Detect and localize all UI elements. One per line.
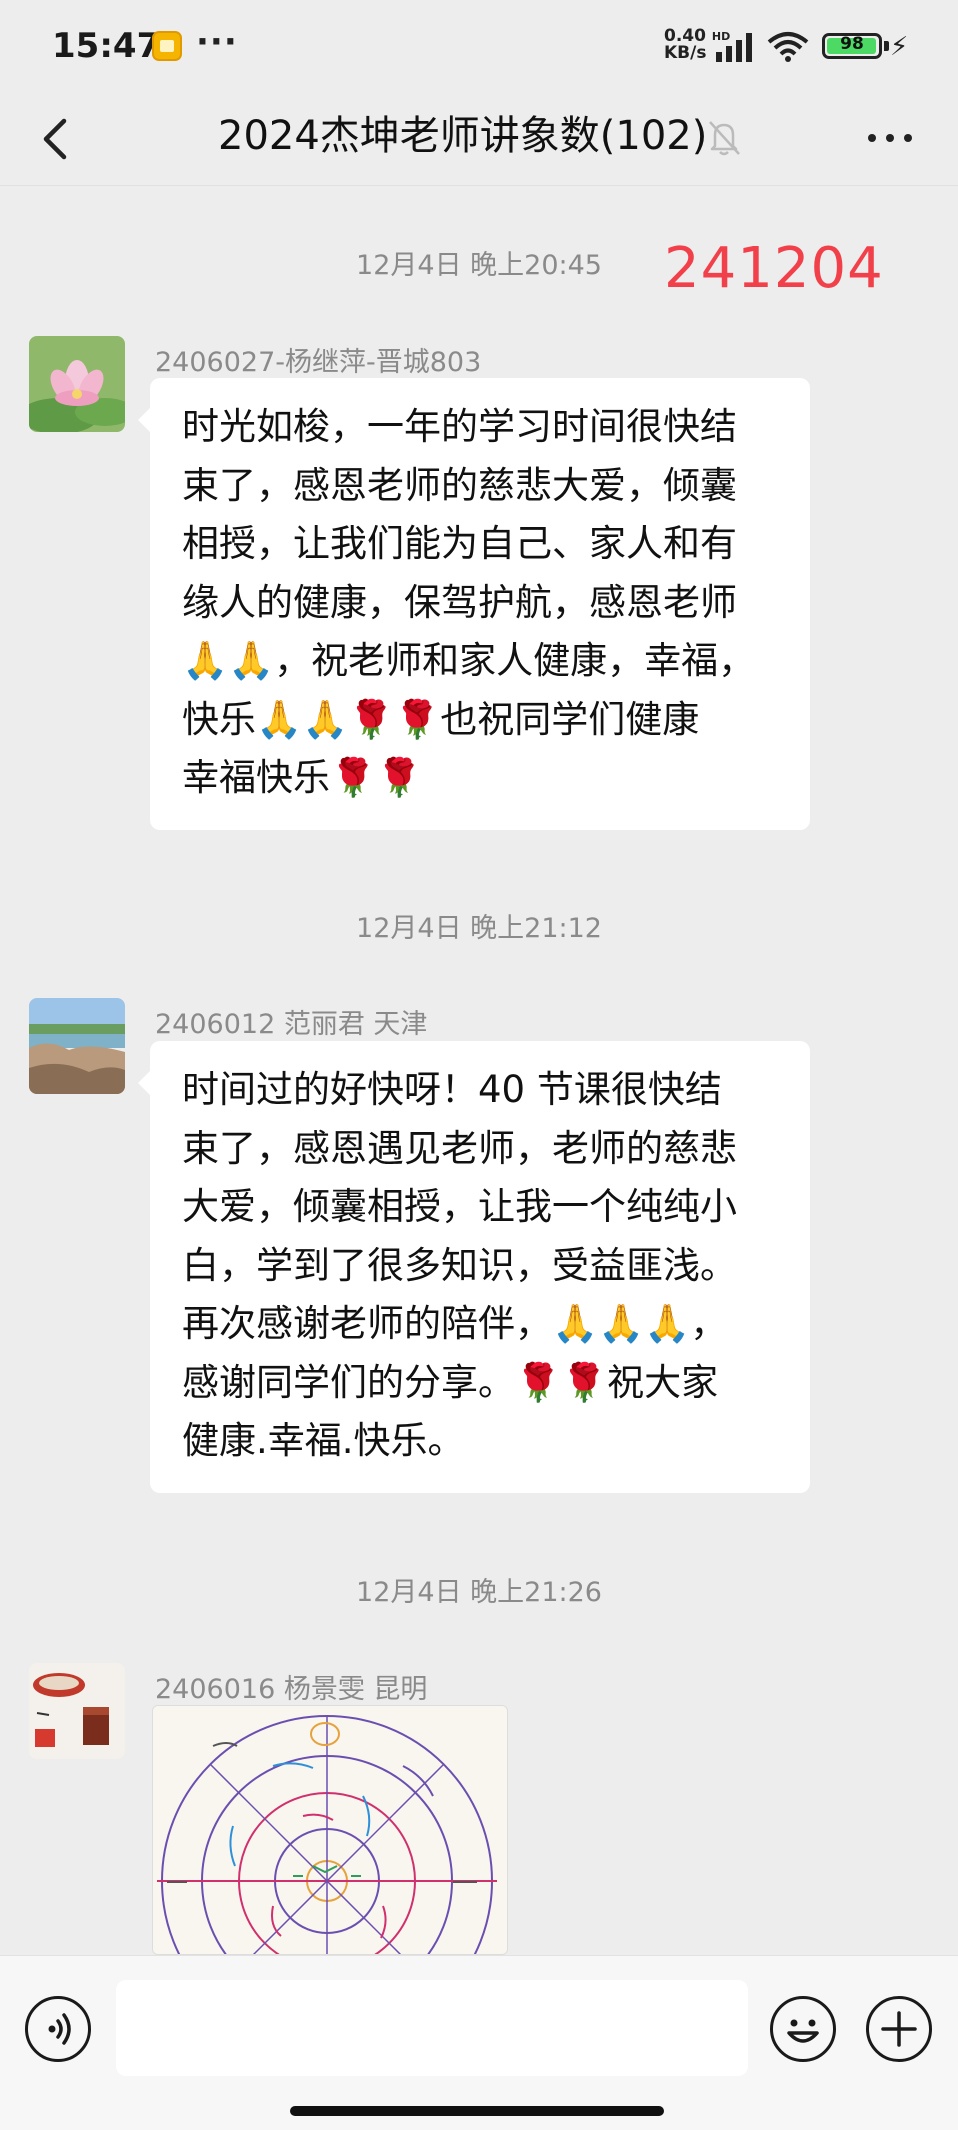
- message-line: 缘人的健康，保驾护航，感恩老师: [182, 580, 737, 624]
- battery-cap: [884, 41, 889, 51]
- status-time: 15:47: [52, 26, 161, 66]
- message-timestamp: 12月4日 晚上21:12: [356, 913, 602, 944]
- teacup-avatar-icon: [29, 1663, 125, 1759]
- sender-name: 2406027-杨继萍-晋城803: [155, 347, 482, 378]
- message-line: 时间过的好快呀！40 节课很快结: [182, 1068, 722, 1111]
- lotus-avatar-icon: [29, 336, 125, 432]
- voice-icon: [48, 2013, 71, 2045]
- message-line: 相授，让我们能为自己、家人和有: [182, 522, 737, 565]
- chat-title: 2024杰坤老师讲象数(102): [218, 113, 708, 159]
- battery-icon: 98: [822, 33, 882, 59]
- dot: [868, 134, 876, 142]
- wifi-icon: [767, 32, 809, 62]
- avatar[interactable]: [29, 1663, 125, 1759]
- message-line: 大爱，倾囊相授，让我一个纯纯小: [182, 1185, 737, 1228]
- sender-name: 2406016 杨景雯 昆明: [155, 1674, 428, 1705]
- message-line: 幸福快乐🌹🌹: [182, 756, 423, 799]
- input-bar: [0, 1955, 958, 2130]
- message-line: 再次感谢老师的陪伴，🙏🙏🙏，: [182, 1302, 728, 1345]
- dot: [886, 134, 894, 142]
- home-indicator[interactable]: [290, 2106, 664, 2116]
- message-line: 🙏🙏，祝老师和家人健康，幸福，: [182, 639, 756, 682]
- message-line: 束了，感恩遇见老师，老师的慈悲: [182, 1126, 737, 1170]
- message-line: 白，学到了很多知识，受益匪浅。: [182, 1243, 737, 1287]
- status-bar: 15:47 ··· 0.40 HD KB/s 98 ⚡: [0, 0, 958, 92]
- more-notifications-icon: ···: [196, 22, 238, 62]
- bagua-diagram-image: [153, 1706, 507, 1954]
- chevron-left-icon: [43, 118, 67, 160]
- message-bubble[interactable]: 时间过的好快呀！40 节课很快结 束了，感恩遇见老师，老师的慈悲 大爱，倾囊相授…: [138, 1041, 810, 1493]
- net-speed-unit: KB/s: [664, 43, 707, 63]
- charging-bolt-icon: ⚡: [890, 32, 909, 62]
- smiley-icon: [787, 2019, 819, 2043]
- battery-percent: 98: [840, 34, 864, 54]
- more-functions-button[interactable]: [866, 1996, 932, 2062]
- dot: [904, 134, 912, 142]
- landscape-avatar-icon: [29, 998, 125, 1094]
- image-message[interactable]: [152, 1705, 508, 1955]
- notification-app-icon: [152, 31, 182, 61]
- message-timestamp: 12月4日 晚上21:26: [356, 1577, 602, 1608]
- message-line: 时光如梭，一年的学习时间很快结: [182, 405, 737, 448]
- voice-input-button[interactable]: [25, 1996, 91, 2062]
- sender-name: 2406012 范丽君 天津: [155, 1009, 428, 1040]
- back-button[interactable]: [30, 110, 80, 168]
- message-line: 健康.幸福.快乐。: [182, 1419, 465, 1462]
- emoji-button[interactable]: [770, 1996, 836, 2062]
- message-line: 快乐🙏🙏🌹🌹也祝同学们健康: [182, 697, 700, 741]
- avatar[interactable]: [29, 998, 125, 1094]
- more-options-button[interactable]: [862, 118, 918, 158]
- chat-header: 2024杰坤老师讲象数(102): [0, 92, 958, 186]
- chat-screen: 15:47 ··· 0.40 HD KB/s 98 ⚡ 2024杰坤老师讲象数(…: [0, 0, 958, 2130]
- message-line: 感谢同学们的分享。🌹🌹祝大家: [182, 1360, 719, 1404]
- message-line: 束了，感恩老师的慈悲大爱，倾囊: [182, 463, 737, 507]
- message-timestamp: 12月4日 晚上20:45: [356, 250, 602, 281]
- signal-icon: [716, 33, 752, 62]
- bell-off-icon: [709, 121, 740, 156]
- message-bubble[interactable]: 时光如梭，一年的学习时间很快结 束了，感恩老师的慈悲大爱，倾囊 相授，让我们能为…: [138, 378, 810, 830]
- message-input[interactable]: [116, 1980, 748, 2076]
- avatar[interactable]: [29, 336, 125, 432]
- plus-icon: [881, 2011, 917, 2047]
